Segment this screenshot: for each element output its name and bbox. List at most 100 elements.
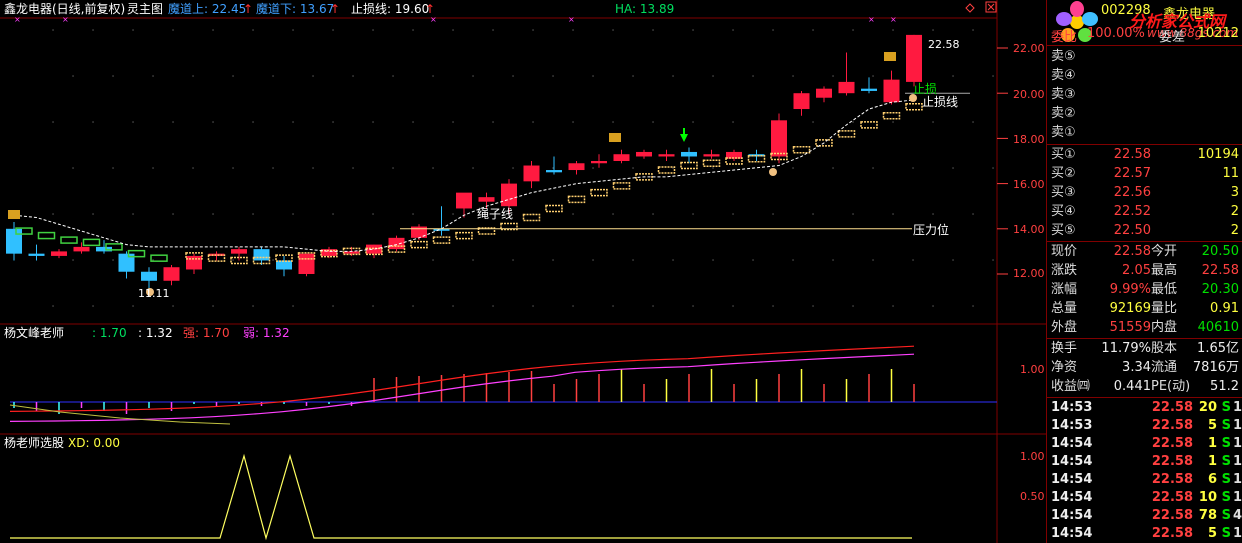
grid-dot bbox=[172, 29, 174, 31]
stop-line-note: 止损线 bbox=[922, 95, 958, 109]
grid-dot bbox=[652, 29, 654, 31]
grid-dot bbox=[612, 213, 614, 215]
sell-row[interactable]: 卖③ bbox=[1047, 86, 1242, 104]
grid-dot bbox=[252, 121, 254, 123]
finance-row: 净资 3.34 流通 7816万 bbox=[1047, 359, 1242, 377]
grid-dot bbox=[792, 259, 794, 261]
stat-row: 总量 92169 量比 0.91 bbox=[1047, 300, 1242, 318]
pressure-note: 压力位 bbox=[913, 222, 949, 237]
grid-dot bbox=[272, 259, 274, 261]
support-box bbox=[657, 166, 676, 174]
grid-dot bbox=[912, 167, 914, 169]
sell-row[interactable]: 卖⑤ bbox=[1047, 48, 1242, 66]
close-icon[interactable] bbox=[985, 1, 997, 13]
grid-dot bbox=[912, 259, 914, 261]
tick-row: 14:54 22.58 1 S 1 bbox=[1047, 453, 1242, 471]
cross-marker-icon: × bbox=[890, 15, 897, 24]
tick-count: 4 bbox=[1232, 508, 1242, 523]
finance-value: 7816万 bbox=[1192, 360, 1239, 375]
buy-vol: 11 bbox=[1222, 166, 1239, 181]
tick-price: 22.58 bbox=[1151, 436, 1193, 451]
grid-dot bbox=[572, 29, 574, 31]
stat-value: 22.58 bbox=[1201, 263, 1239, 278]
grid-dot bbox=[212, 305, 214, 307]
grid-dot bbox=[72, 75, 74, 77]
grid-dot bbox=[432, 167, 434, 169]
cross-marker-icon: × bbox=[568, 15, 575, 24]
candle-body bbox=[411, 226, 427, 238]
tick-volume: 20 bbox=[1198, 400, 1217, 415]
stat-label: 量比 bbox=[1151, 301, 1178, 316]
grid-dot bbox=[252, 305, 254, 307]
hand-pointer-icon bbox=[769, 168, 777, 176]
candle-body bbox=[141, 271, 157, 281]
grid-dot bbox=[892, 29, 894, 31]
finance-value: 3.34 bbox=[1122, 360, 1151, 375]
support-box bbox=[455, 231, 473, 240]
tick-price: 22.58 bbox=[1151, 472, 1193, 487]
high-price-note: 22.58 bbox=[928, 38, 960, 51]
diamond-icon[interactable] bbox=[965, 3, 975, 13]
support-box-green bbox=[82, 238, 101, 247]
grid-dot bbox=[612, 121, 614, 123]
grid-dot bbox=[432, 259, 434, 261]
grid-dot bbox=[112, 259, 114, 261]
stat-value: 20.50 bbox=[1201, 244, 1239, 259]
tick-time: 14:53 bbox=[1051, 400, 1093, 415]
grid-dot bbox=[292, 29, 294, 31]
tick-time: 14:54 bbox=[1051, 472, 1093, 487]
tick-volume: 10 bbox=[1198, 490, 1217, 505]
up-arrow-icon: ↑ bbox=[330, 2, 340, 16]
grid-dot bbox=[792, 167, 794, 169]
axis-label: 1.00 bbox=[1020, 363, 1045, 376]
axis-label: 16.00 bbox=[1013, 178, 1045, 191]
grid-dot bbox=[612, 29, 614, 31]
tick-price: 22.58 bbox=[1151, 508, 1193, 523]
buy-row[interactable]: 买⑤ 22.50 2 bbox=[1047, 222, 1242, 240]
grid-dot bbox=[172, 305, 174, 307]
candle-body bbox=[636, 151, 652, 157]
candle-body bbox=[816, 88, 832, 98]
grid-dot bbox=[512, 75, 514, 77]
sell-row[interactable]: 卖① bbox=[1047, 124, 1242, 142]
grid-dot bbox=[272, 75, 274, 77]
buy-row[interactable]: 买① 22.58 10194 bbox=[1047, 146, 1242, 164]
tick-time: 14:54 bbox=[1051, 508, 1093, 523]
tick-price: 22.58 bbox=[1151, 526, 1193, 541]
grid-dot bbox=[472, 259, 474, 261]
grid-dot bbox=[772, 305, 774, 307]
buy-row[interactable]: 买③ 22.56 3 bbox=[1047, 184, 1242, 202]
candle-body bbox=[163, 267, 180, 281]
indicator-weak: 弱: 1.32 bbox=[243, 326, 290, 340]
stat-value: 0.91 bbox=[1210, 301, 1239, 316]
grid-dot bbox=[852, 29, 854, 31]
grid-dot bbox=[492, 121, 494, 123]
buy-row[interactable]: 买④ 22.52 2 bbox=[1047, 203, 1242, 221]
grid-dot bbox=[652, 121, 654, 123]
grid-dot bbox=[772, 29, 774, 31]
kline-chart-area[interactable]: × × × × × × 鑫龙电器(日线,前复权) 灵主图 魔道上: 22.45 魔道下: … bbox=[0, 0, 1046, 543]
grid-dot bbox=[232, 75, 234, 77]
buy-row[interactable]: 买② 22.57 11 bbox=[1047, 165, 1242, 183]
grid-dot bbox=[572, 213, 574, 215]
grid-dot bbox=[392, 167, 394, 169]
sell-row[interactable]: 卖② bbox=[1047, 105, 1242, 123]
sell-row[interactable]: 卖④ bbox=[1047, 67, 1242, 85]
indicator-title: 杨文峰老师 bbox=[4, 325, 64, 340]
stat-label: 今开 bbox=[1151, 244, 1178, 259]
grid-dot bbox=[232, 167, 234, 169]
grid-dot bbox=[952, 167, 954, 169]
buy-vol: 10194 bbox=[1197, 147, 1239, 162]
grid-dot bbox=[52, 29, 54, 31]
divider bbox=[1047, 397, 1242, 398]
buy-price: 22.52 bbox=[1113, 204, 1151, 219]
candle-body bbox=[456, 192, 472, 209]
tick-time: 14:54 bbox=[1051, 436, 1093, 451]
finance-value: 1.65亿 bbox=[1197, 341, 1239, 356]
grid-dot bbox=[412, 121, 414, 123]
weibi-value: 100.00% bbox=[1087, 26, 1145, 41]
support-box bbox=[522, 213, 541, 222]
finance-label: 收益㈣ bbox=[1051, 379, 1091, 394]
cross-marker-icon: × bbox=[430, 15, 437, 24]
grid-dot bbox=[492, 29, 494, 31]
